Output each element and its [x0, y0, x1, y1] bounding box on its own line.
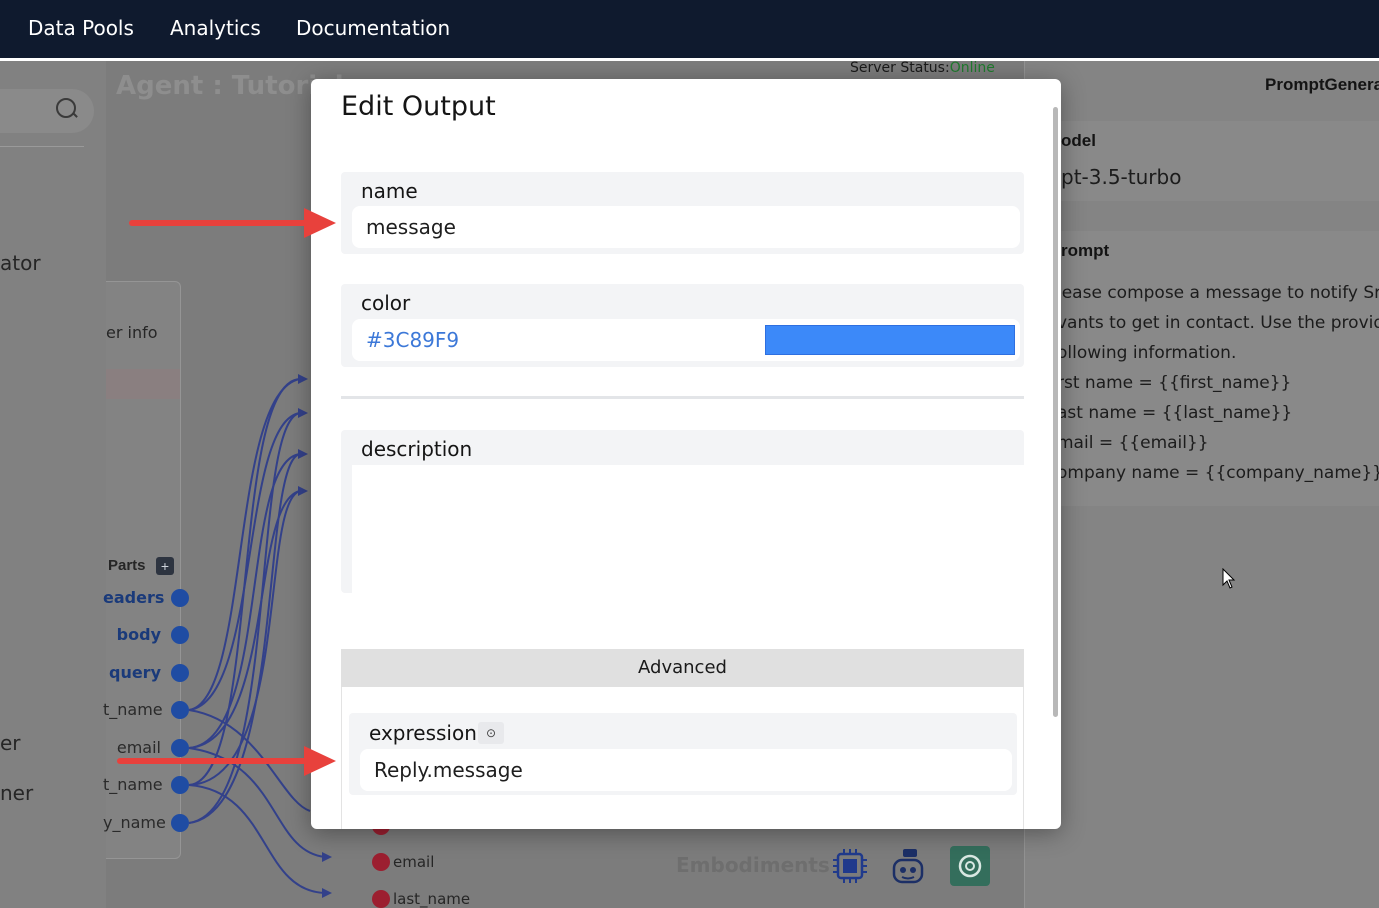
prompt-line: ollowing information. [1057, 343, 1237, 363]
prompt-line: mail = {{email}} [1057, 433, 1209, 453]
prompt-line: rst name = {{first_name}} [1057, 373, 1292, 393]
description-label: description [361, 437, 473, 461]
nav-analytics[interactable]: Analytics [170, 16, 261, 40]
prompt-line: vants to get in contact. Use the provide [1057, 313, 1379, 333]
advanced-toggle[interactable]: Advanced [341, 649, 1024, 687]
nav-documentation[interactable]: Documentation [296, 16, 450, 40]
description-field-group: description [341, 430, 1024, 593]
name-label: name [361, 179, 418, 203]
info-icon[interactable]: ⊙ [478, 722, 504, 744]
output-port-dot[interactable] [372, 890, 390, 908]
embodiments-label: Embodiments [676, 853, 830, 877]
output-port-label: last_name [393, 890, 471, 908]
nav-data-pools[interactable]: Data Pools [28, 16, 134, 40]
name-input[interactable] [352, 206, 1020, 248]
color-swatch[interactable] [765, 325, 1015, 355]
api-chip-icon[interactable] [830, 846, 870, 886]
panel-title: PromptGenera [1265, 75, 1379, 94]
name-field-group: name [341, 172, 1024, 254]
prompt-heading: rompt [1061, 241, 1110, 260]
modal-scrollbar[interactable] [1053, 107, 1058, 717]
annotation-arrow-icon [129, 208, 336, 238]
expression-label: expression [369, 721, 477, 745]
edit-output-modal: Edit Output name color description Advan… [311, 79, 1061, 829]
prompt-line: ast name = {{last_name}} [1057, 403, 1293, 423]
prompt-section: rompt lease compose a message to notify … [1025, 231, 1379, 506]
server-status-value: Online [949, 60, 995, 76]
prompt-line: ompany name = {{company_name}} [1057, 463, 1379, 483]
color-label: color [361, 291, 411, 315]
expression-field-group: expression ⊙ [349, 713, 1017, 795]
output-port-dot[interactable] [372, 853, 390, 871]
annotation-arrow-icon [117, 746, 336, 776]
output-port-label: email [393, 853, 435, 871]
openai-icon[interactable] [950, 846, 990, 886]
modal-title: Edit Output [341, 91, 496, 122]
section-divider [341, 396, 1024, 399]
prompt-line: lease compose a message to notify Sr [1057, 283, 1379, 303]
mouse-cursor-icon [1222, 568, 1236, 589]
description-textarea[interactable] [352, 465, 1024, 593]
right-panel: PromptGenera odel pt-3.5-turbo rompt lea… [1024, 61, 1379, 908]
model-heading: odel [1061, 131, 1096, 150]
expression-input[interactable] [360, 749, 1012, 791]
top-navbar: Data Pools Analytics Documentation [0, 0, 1379, 61]
advanced-section: expression ⊙ [341, 687, 1024, 829]
model-section: odel pt-3.5-turbo [1025, 121, 1379, 201]
robot-icon[interactable] [888, 846, 928, 886]
server-status: Server Status:Online [850, 60, 995, 76]
model-value[interactable]: pt-3.5-turbo [1061, 165, 1181, 189]
color-field-group: color [341, 284, 1024, 367]
